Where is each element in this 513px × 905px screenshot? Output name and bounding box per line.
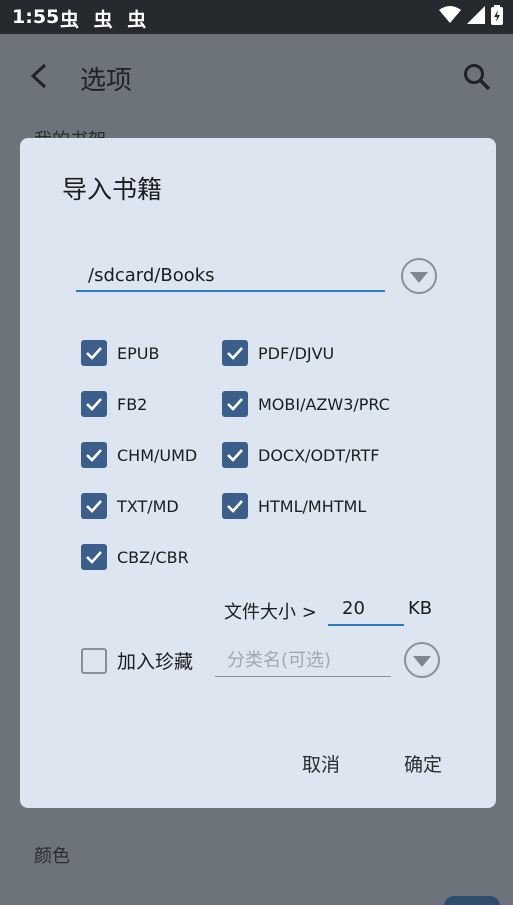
status-time: 1:55 — [12, 6, 60, 28]
back-arrow-icon[interactable] — [26, 62, 54, 90]
ok-button[interactable]: 确定 — [404, 750, 442, 777]
checkbox-label: FB2 — [117, 394, 148, 414]
notification-icons: 虫 虫 虫 — [60, 9, 151, 31]
wifi-icon — [439, 6, 461, 23]
checkbox-checked-icon — [222, 442, 248, 468]
checkbox-label: TXT/MD — [117, 496, 179, 516]
checkbox-label: PDF/DJVU — [258, 343, 335, 363]
status-bar: 1:55 虫 虫 虫 — [0, 0, 513, 34]
import-books-dialog: 导入书籍 EPUB PDF/DJVU FB2 MOBI/AZW3/PRC CHM… — [20, 138, 496, 808]
checkbox-label: 加入珍藏 — [117, 651, 194, 673]
checkbox-mobi[interactable]: MOBI/AZW3/PRC — [222, 391, 390, 417]
checkbox-label: MOBI/AZW3/PRC — [258, 394, 390, 414]
checkbox-add-favorite[interactable]: 加入珍藏 — [81, 647, 193, 674]
checkbox-checked-icon — [222, 493, 248, 519]
file-size-input[interactable] — [328, 592, 404, 626]
cancel-button[interactable]: 取消 — [302, 750, 340, 777]
category-dropdown-button[interactable] — [404, 642, 440, 678]
chevron-down-icon — [410, 272, 428, 283]
bg-toggle[interactable] — [444, 896, 500, 905]
checkbox-checked-icon — [222, 391, 248, 417]
checkbox-checked-icon — [81, 544, 107, 570]
checkbox-checked-icon — [222, 340, 248, 366]
checkbox-label: CHM/UMD — [117, 445, 198, 465]
search-icon[interactable] — [462, 62, 492, 92]
checkbox-label: DOCX/ODT/RTF — [258, 445, 380, 465]
checkbox-label: CBZ/CBR — [117, 547, 189, 567]
checkbox-checked-icon — [81, 391, 107, 417]
checkbox-epub[interactable]: EPUB — [81, 340, 159, 366]
app-bar: 选项 — [0, 34, 513, 120]
checkbox-label: HTML/MHTML — [258, 496, 367, 516]
checkbox-checked-icon — [81, 340, 107, 366]
checkbox-html[interactable]: HTML/MHTML — [222, 493, 366, 519]
checkbox-docx[interactable]: DOCX/ODT/RTF — [222, 442, 379, 468]
battery-icon — [491, 5, 503, 25]
page-title: 选项 — [80, 66, 133, 96]
checkbox-label: EPUB — [117, 343, 160, 363]
checkbox-pdf-djvu[interactable]: PDF/DJVU — [222, 340, 334, 366]
chevron-down-icon — [413, 656, 431, 667]
checkbox-fb2[interactable]: FB2 — [81, 391, 147, 417]
signal-icon — [467, 6, 485, 24]
path-dropdown-button[interactable] — [401, 258, 437, 294]
path-input[interactable] — [76, 260, 385, 292]
dialog-title: 导入书籍 — [62, 175, 163, 204]
checkbox-unchecked-icon — [81, 647, 107, 674]
checkbox-chm-umd[interactable]: CHM/UMD — [81, 442, 197, 468]
checkbox-checked-icon — [81, 493, 107, 519]
file-size-unit: KB — [408, 598, 433, 619]
checkbox-txt-md[interactable]: TXT/MD — [81, 493, 179, 519]
category-input[interactable] — [215, 645, 391, 677]
checkbox-cbz-cbr[interactable]: CBZ/CBR — [81, 544, 189, 570]
checkbox-checked-icon — [81, 442, 107, 468]
status-icons — [439, 5, 503, 25]
bg-item-color[interactable]: 颜色 — [34, 842, 70, 868]
file-size-label: 文件大小 > — [224, 602, 317, 623]
